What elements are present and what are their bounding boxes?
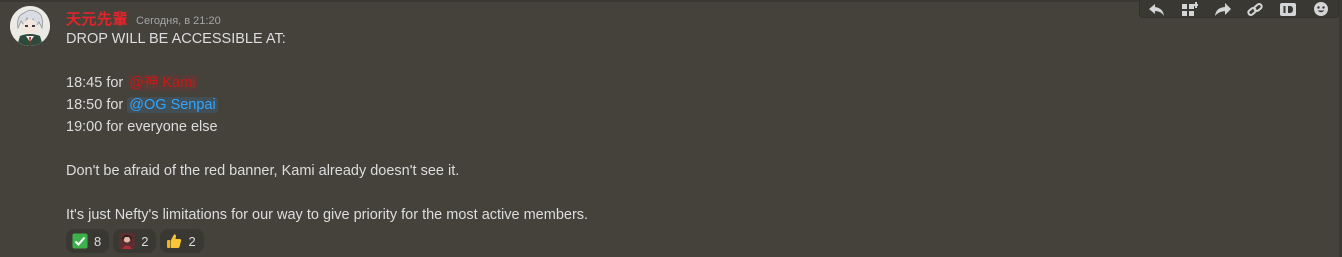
message-line: DROP WILL BE ACCESSIBLE AT:	[66, 31, 286, 47]
add-reaction-icon[interactable]	[1312, 0, 1330, 16]
thumbs-up-icon	[166, 233, 182, 249]
reply-icon[interactable]	[1148, 0, 1166, 16]
message-line: 18:45 for @神 Kami	[66, 72, 1266, 94]
forward-icon[interactable]	[1214, 0, 1232, 16]
role-mention-kami[interactable]: @神 Kami	[127, 75, 198, 91]
timestamp[interactable]: Сегодня, в 21:20	[136, 15, 221, 27]
reaction-count: 8	[94, 233, 102, 249]
chat-message: 天元先輩 Сегодня, в 21:20 DROP WILL BE ACCES…	[0, 0, 1342, 257]
time-text: 18:50 for	[66, 97, 128, 113]
username[interactable]: 天元先輩	[66, 8, 128, 29]
link-icon[interactable]	[1246, 0, 1264, 16]
reaction-check[interactable]: 8	[66, 229, 110, 253]
message-line: 18:50 for @OG Senpai	[66, 94, 1266, 116]
reaction-custom[interactable]: 2	[113, 229, 157, 253]
time-text: 18:45 for	[66, 75, 128, 91]
message-content: DROP WILL BE ACCESSIBLE AT: 18:45 for @神…	[66, 28, 1266, 226]
message-line: 19:00 for everyone else	[66, 119, 218, 135]
message-line: Don't be afraid of the red banner, Kami …	[66, 163, 460, 179]
message-action-toolbar	[1139, 0, 1339, 18]
reactions-bar: 8 2 2	[66, 229, 204, 253]
message-line: It's just Nefty's limitations for our wa…	[66, 207, 589, 223]
avatar-image	[10, 6, 50, 46]
id-icon[interactable]	[1279, 0, 1297, 16]
reaction-count: 2	[188, 233, 196, 249]
app-icon[interactable]	[1181, 0, 1199, 16]
check-mark-icon	[72, 233, 88, 249]
custom-emoji-icon	[119, 233, 136, 249]
avatar[interactable]	[10, 6, 50, 46]
reaction-thumbs-up[interactable]: 2	[160, 229, 204, 253]
message-header: 天元先輩 Сегодня, в 21:20	[66, 8, 221, 28]
reaction-count: 2	[141, 233, 149, 249]
role-mention-og-senpai[interactable]: @OG Senpai	[127, 97, 218, 113]
